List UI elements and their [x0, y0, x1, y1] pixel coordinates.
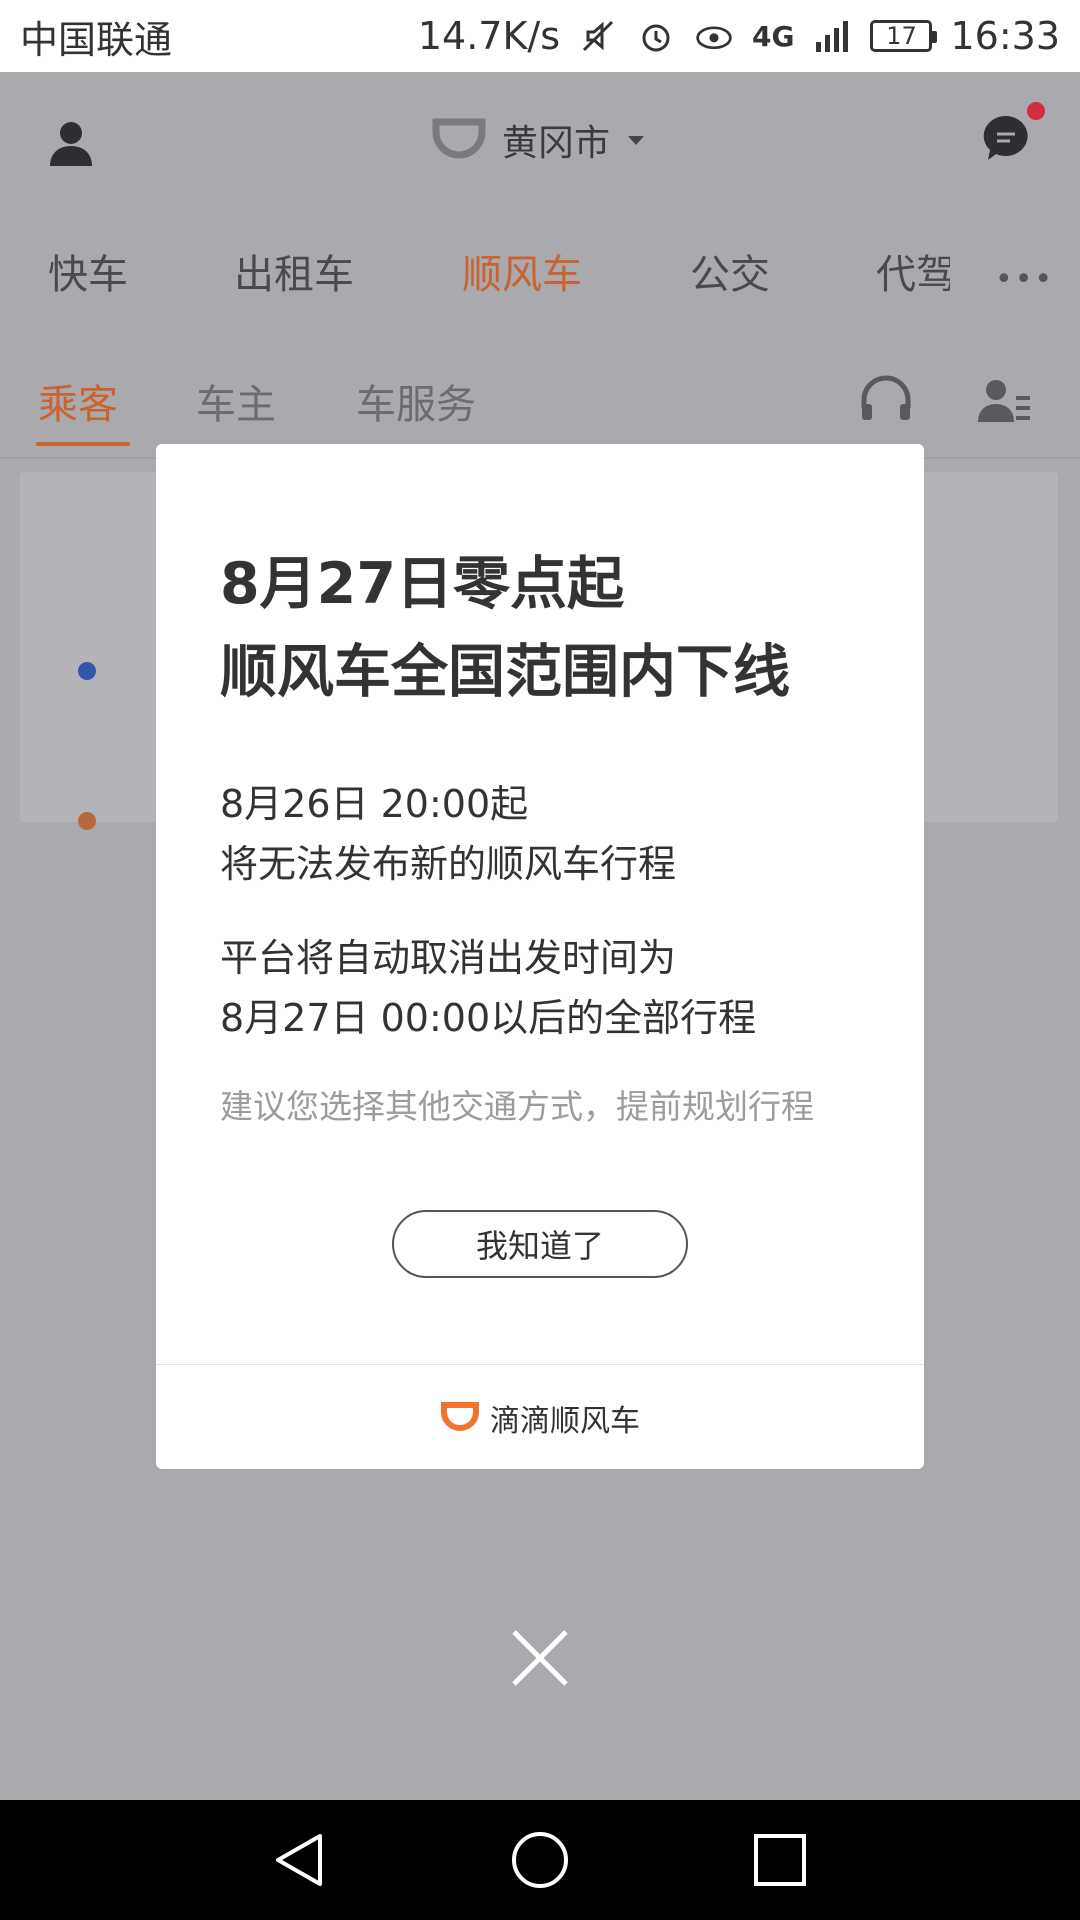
status-bar: 中国联通 14.7K/s 4G 17 16:33 — [0, 0, 1080, 72]
role-tabs: 乘客 车主 车服务 — [0, 372, 1080, 452]
notice-dialog: 8月27日零点起 顺风车全国范围内下线 8月26日 20:00起 将无法发布新的… — [156, 444, 924, 1469]
user-list-icon[interactable] — [974, 372, 1034, 432]
dialog-p2-line2: 8月27日 00:00以后的全部行程 — [220, 996, 757, 1040]
network-speed: 14.7K/s — [417, 14, 561, 58]
network-type: 4G — [752, 19, 795, 53]
city-selector[interactable]: 黄冈市 — [430, 114, 645, 166]
destination-dot — [78, 812, 96, 830]
dialog-hint: 建议您选择其他交通方式，提前规划行程 — [220, 1087, 814, 1126]
battery-level: 17 — [886, 22, 917, 50]
app-header: 黄冈市 — [0, 72, 1080, 207]
acknowledge-button[interactable]: 我知道了 — [392, 1210, 688, 1278]
brand-name: 滴滴顺风车 — [490, 1404, 640, 1439]
circle-home-icon[interactable] — [510, 1830, 570, 1890]
dialog-p1-line2: 将无法发布新的顺风车行程 — [220, 842, 677, 886]
dialog-paragraph-2: 平台将自动取消出发时间为 8月27日 00:00以后的全部行程 — [220, 928, 880, 1048]
active-tab-indicator — [36, 442, 130, 446]
dialog-brand: 滴滴顺风车 — [156, 1396, 924, 1440]
dialog-p2-line1: 平台将自动取消出发时间为 — [220, 936, 677, 980]
triangle-back-icon[interactable] — [270, 1830, 330, 1890]
city-name: 黄冈市 — [502, 123, 611, 164]
chat-bubble-icon[interactable] — [980, 112, 1032, 164]
dialog-title-line2: 顺风车全国范围内下线 — [220, 639, 790, 705]
eye-icon — [694, 16, 734, 56]
system-nav-bar — [0, 1800, 1080, 1920]
origin-dot — [78, 662, 96, 680]
tab-designated-driver[interactable]: 代驾 — [876, 242, 950, 300]
dialog-divider — [156, 1364, 924, 1365]
dialog-paragraph-1: 8月26日 20:00起 将无法发布新的顺风车行程 — [220, 774, 880, 894]
didi-logo-icon — [430, 116, 488, 164]
tab-hitch[interactable]: 顺风车 — [462, 242, 582, 300]
chevron-down-icon — [628, 135, 645, 145]
square-recent-icon[interactable] — [750, 1830, 810, 1890]
close-icon[interactable] — [508, 1626, 572, 1690]
status-icons: 14.7K/s 4G 17 16:33 — [418, 14, 1060, 58]
dialog-p1-line1: 8月26日 20:00起 — [220, 782, 529, 826]
alarm-icon — [636, 16, 676, 56]
didi-hitch-logo-icon — [440, 1400, 480, 1436]
dialog-title: 8月27日零点起 顺风车全国范围内下线 — [220, 540, 880, 716]
mute-icon — [578, 16, 618, 56]
tab-taxi[interactable]: 出租车 — [234, 242, 354, 300]
dialog-title-line1: 8月27日零点起 — [220, 551, 624, 617]
headset-icon[interactable] — [856, 372, 916, 432]
subtab-car-service[interactable]: 车服务 — [356, 372, 476, 430]
signal-icon — [812, 16, 852, 56]
carrier-label: 中国联通 — [20, 17, 173, 62]
notification-dot — [1027, 102, 1045, 120]
more-icon[interactable]: ••• — [995, 262, 1054, 297]
battery-icon: 17 — [870, 20, 938, 52]
tab-express[interactable]: 快车 — [48, 242, 128, 300]
clock: 16:33 — [950, 14, 1060, 58]
tab-bus[interactable]: 公交 — [690, 242, 770, 300]
person-icon[interactable] — [46, 118, 96, 168]
subtab-driver[interactable]: 车主 — [196, 372, 276, 430]
service-tabs: 快车 出租车 顺风车 公交 代驾 ••• — [0, 242, 1080, 332]
subtab-passenger[interactable]: 乘客 — [38, 372, 118, 430]
